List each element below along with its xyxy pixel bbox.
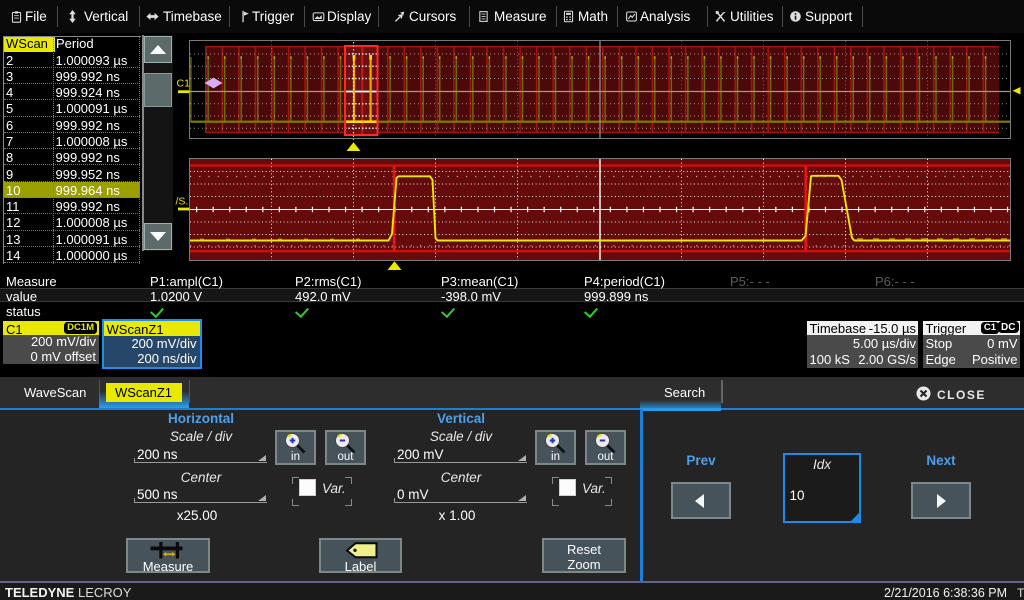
- svg-text:/S.: /S.: [176, 196, 189, 208]
- svg-text:C1: C1: [177, 78, 191, 90]
